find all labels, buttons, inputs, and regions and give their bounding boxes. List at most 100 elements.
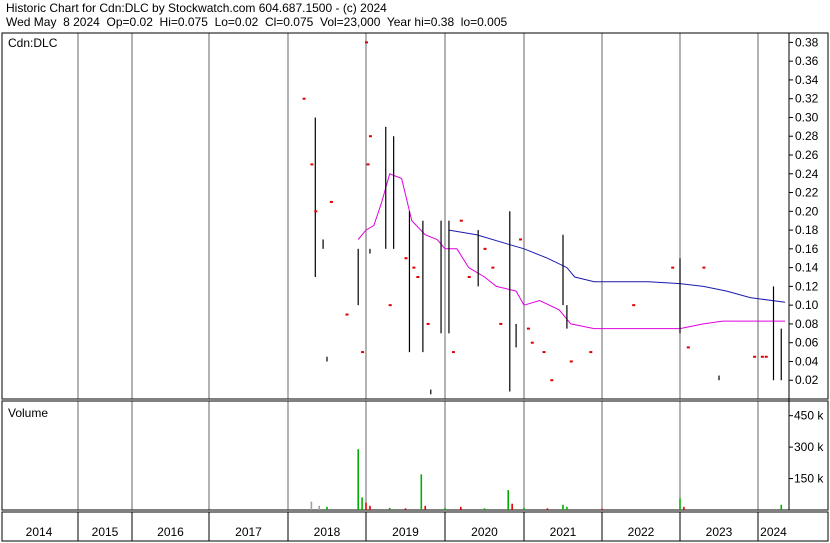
volume-label: Volume: [8, 406, 48, 420]
short-moving-average-line: [357, 173, 786, 330]
price-point: [467, 276, 471, 278]
price-point: [314, 210, 318, 213]
long-moving-average-line: [448, 229, 786, 303]
year-axis: 2014 2015 2016 2017 2018 2019 2020 2021 2022 2023…: [26, 512, 787, 541]
price-point: [589, 351, 593, 354]
price-point: [550, 379, 554, 382]
price-point: [426, 322, 430, 325]
volume-bar: [683, 506, 685, 510]
price-point: [451, 351, 455, 354]
year-label: 2014: [26, 525, 53, 539]
volume-tick-label: 300 k: [794, 440, 824, 454]
price-point: [632, 304, 636, 307]
price-tick-label: 0.16: [795, 242, 819, 256]
panel-labels: Cdn:DLC Volume: [8, 36, 58, 420]
price-point: [702, 266, 706, 269]
volume-bar: [365, 502, 367, 510]
price-tick-label: 0.04: [795, 354, 819, 368]
price-point: [366, 163, 370, 166]
price-point: [388, 304, 392, 307]
price-point: [753, 355, 757, 358]
stock-chart: 0.38 0.36 0.34 0.32 0.30 0.28 0.26 0.24 0.22 0.20…: [1, 32, 829, 542]
price-point: [412, 266, 416, 269]
volume-bar: [388, 507, 391, 510]
price-series: [302, 41, 786, 395]
price-tick-label: 0.24: [795, 167, 819, 181]
year-label: 2022: [628, 525, 655, 539]
price-point: [526, 327, 530, 330]
volume-series: [310, 449, 783, 510]
price-point: [671, 266, 675, 269]
price-point: [368, 135, 372, 138]
price-point: [764, 355, 768, 358]
price-point: [345, 313, 349, 316]
volume-panel-frame: [1, 400, 829, 511]
volume-bar: [369, 505, 371, 510]
price-tick-label: 0.22: [795, 186, 819, 200]
price-point: [365, 41, 368, 44]
year-label: 2021: [550, 525, 577, 539]
price-tick-label: 0.28: [795, 129, 819, 143]
price-point: [361, 351, 365, 354]
volume-bar: [679, 498, 681, 510]
price-axis: 0.38 0.36 0.34 0.32 0.30 0.28 0.26 0.24 0.22 0.20…: [789, 35, 819, 387]
price-tick-label: 0.30: [795, 110, 819, 124]
price-tick-label: 0.26: [795, 148, 819, 162]
price-tick-label: 0.34: [795, 73, 819, 87]
price-point: [491, 266, 495, 269]
price-point: [530, 341, 534, 344]
volume-bar: [404, 508, 407, 510]
year-label: 2023: [706, 525, 733, 539]
volume-bar: [444, 507, 446, 510]
volume-bar: [511, 503, 513, 510]
price-point: [416, 276, 420, 278]
volume-bar: [318, 505, 320, 510]
price-tick-label: 0.08: [795, 317, 819, 331]
year-label: 2015: [92, 525, 119, 539]
volume-bar: [483, 508, 486, 510]
price-point: [302, 97, 306, 100]
year-label: 2024: [760, 525, 787, 539]
volume-tick-label: 450 k: [794, 409, 824, 423]
price-tick-label: 0.20: [795, 204, 819, 218]
volume-bar: [507, 490, 509, 510]
volume-bar: [310, 501, 313, 510]
volume-bar: [523, 507, 525, 510]
year-label: 2020: [471, 525, 498, 539]
price-point: [404, 257, 408, 260]
price-point: [483, 247, 487, 250]
symbol-label: Cdn:DLC: [8, 36, 58, 50]
volume-bar: [326, 506, 328, 510]
price-point: [686, 346, 690, 349]
price-tick-label: 0.14: [795, 261, 819, 275]
price-point: [760, 355, 764, 358]
price-tick-label: 0.18: [795, 223, 819, 237]
price-tick-label: 0.06: [795, 336, 819, 350]
price-point: [542, 351, 546, 354]
price-tick-label: 0.10: [795, 298, 819, 312]
year-label: 2017: [235, 525, 262, 539]
price-tick-label: 0.36: [795, 54, 819, 68]
volume-grid: [77, 401, 759, 510]
volume-bar: [361, 497, 363, 510]
volume-bar: [562, 504, 564, 510]
volume-bar: [420, 474, 423, 510]
volume-bar: [601, 508, 603, 510]
year-label: 2018: [314, 525, 341, 539]
volume-bar: [546, 508, 549, 510]
price-tick-label: 0.12: [795, 279, 819, 293]
price-point: [329, 200, 333, 203]
price-tick-label: 0.38: [795, 35, 819, 49]
volume-bar: [424, 505, 427, 510]
price-tick-label: 0.02: [795, 373, 819, 387]
price-tick-label: 0.32: [795, 92, 819, 106]
price-grid: [77, 33, 759, 399]
price-point: [499, 322, 503, 325]
price-panel-frame: [1, 32, 829, 400]
price-point: [569, 360, 573, 363]
volume-axis: 450 k 300 k 150 k: [789, 409, 824, 486]
year-label: 2019: [392, 525, 419, 539]
price-point: [519, 238, 523, 241]
year-label: 2016: [157, 525, 184, 539]
price-point: [459, 219, 463, 222]
